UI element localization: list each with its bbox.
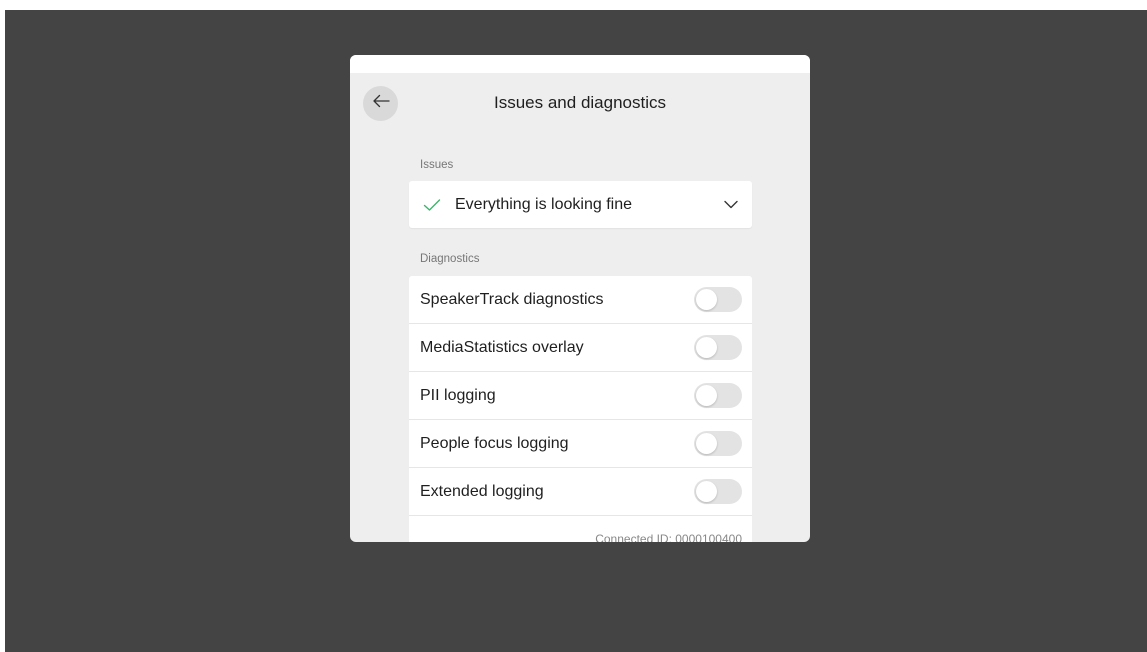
diagnostics-row-extended-logging: Extended logging	[409, 468, 752, 516]
diagnostics-row-label: People focus logging	[420, 434, 569, 452]
issues-diagnostics-dialog: Issues and diagnostics Issues Everything…	[350, 55, 810, 542]
issues-section-label: Issues	[420, 159, 454, 171]
mediastatistics-toggle[interactable]	[694, 335, 742, 360]
diagnostics-row-people-focus: People focus logging	[409, 420, 752, 468]
chevron-down-icon	[724, 199, 740, 211]
toggle-knob	[696, 385, 717, 406]
diagnostics-section-label: Diagnostics	[420, 253, 480, 265]
diagnostics-row-label: PII logging	[420, 386, 496, 404]
diagnostics-row-mediastatistics: MediaStatistics overlay	[409, 324, 752, 372]
issue-status-text: Everything is looking fine	[455, 195, 632, 213]
diagnostics-row-label: Extended logging	[420, 482, 544, 500]
dialog-top-bar	[350, 55, 810, 73]
checkmark-icon	[423, 197, 443, 213]
diagnostics-row-label: SpeakerTrack diagnostics	[420, 290, 604, 308]
toggle-knob	[696, 433, 717, 454]
diagnostics-row-speakertrack: SpeakerTrack diagnostics	[409, 276, 752, 324]
diagnostics-list: SpeakerTrack diagnostics MediaStatistics…	[409, 276, 752, 542]
issue-status-dropdown[interactable]: Everything is looking fine	[409, 181, 752, 228]
toggle-knob	[696, 481, 717, 502]
toggle-knob	[696, 337, 717, 358]
diagnostics-row-label: MediaStatistics overlay	[420, 338, 584, 356]
pii-logging-toggle[interactable]	[694, 383, 742, 408]
diagnostics-row-pii-logging: PII logging	[409, 372, 752, 420]
extended-logging-toggle[interactable]	[694, 479, 742, 504]
connected-id-text: Connected ID: 0000100400	[595, 532, 742, 542]
speakertrack-toggle[interactable]	[694, 287, 742, 312]
people-focus-toggle[interactable]	[694, 431, 742, 456]
toggle-knob	[696, 289, 717, 310]
page-title: Issues and diagnostics	[494, 93, 666, 112]
